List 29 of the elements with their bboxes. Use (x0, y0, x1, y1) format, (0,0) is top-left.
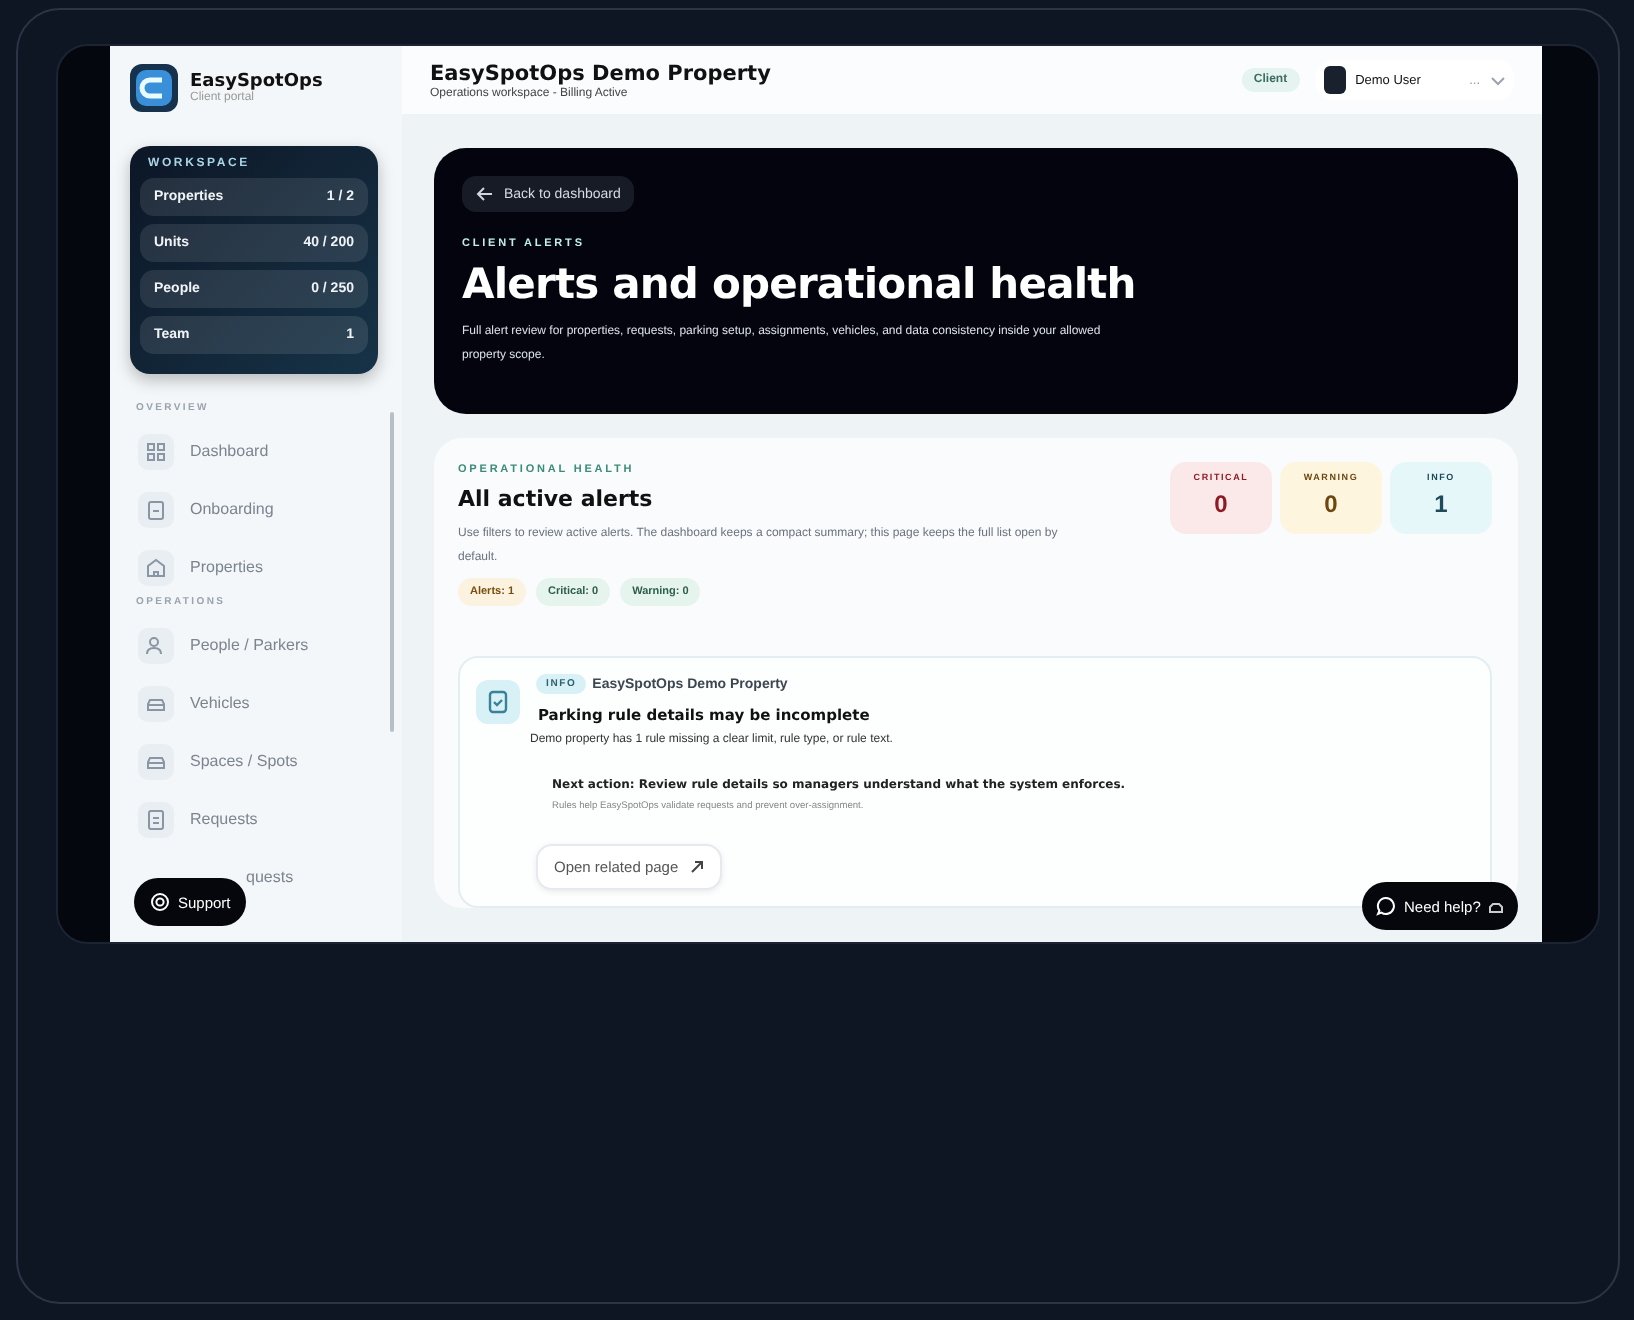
nav-item[interactable]: Requests (130, 790, 402, 848)
scrollbar-thumb[interactable] (390, 412, 394, 732)
nav-item[interactable]: Spaces / Spots (130, 732, 402, 790)
brand-name: EasySpotOps (190, 72, 323, 92)
grid-icon (138, 433, 174, 469)
arrow-left-icon (476, 186, 494, 202)
clipboard-check-icon (476, 680, 520, 724)
lifebuoy-icon (150, 892, 170, 912)
chat-bubble-icon (1376, 896, 1396, 916)
nav-item[interactable]: Vehicles (130, 674, 402, 732)
nav-item[interactable]: Onboarding (130, 480, 402, 538)
logo-icon (130, 64, 178, 112)
property-title: EasySpotOps Demo Property (430, 61, 771, 85)
person-icon (138, 627, 174, 663)
counter-value: 1 (1432, 490, 1450, 518)
counter-value: 0 (1212, 490, 1230, 518)
clipboard-icon (138, 491, 174, 527)
nav-item[interactable]: Dashboard (130, 422, 402, 480)
arrow-up-right-icon (690, 860, 705, 874)
nav-item[interactable]: quests (246, 848, 294, 906)
avatar-icon (1323, 66, 1346, 94)
building-icon (138, 549, 174, 585)
page-title: Alerts and operational health (462, 260, 1138, 308)
nav-item[interactable]: People / Parkers (130, 616, 402, 674)
counter-value: 0 (1322, 490, 1340, 518)
section-title: All active alerts (458, 486, 655, 512)
chevron-down-icon (1490, 75, 1506, 85)
document-icon (138, 801, 174, 837)
nav-item[interactable]: Properties (130, 538, 402, 596)
